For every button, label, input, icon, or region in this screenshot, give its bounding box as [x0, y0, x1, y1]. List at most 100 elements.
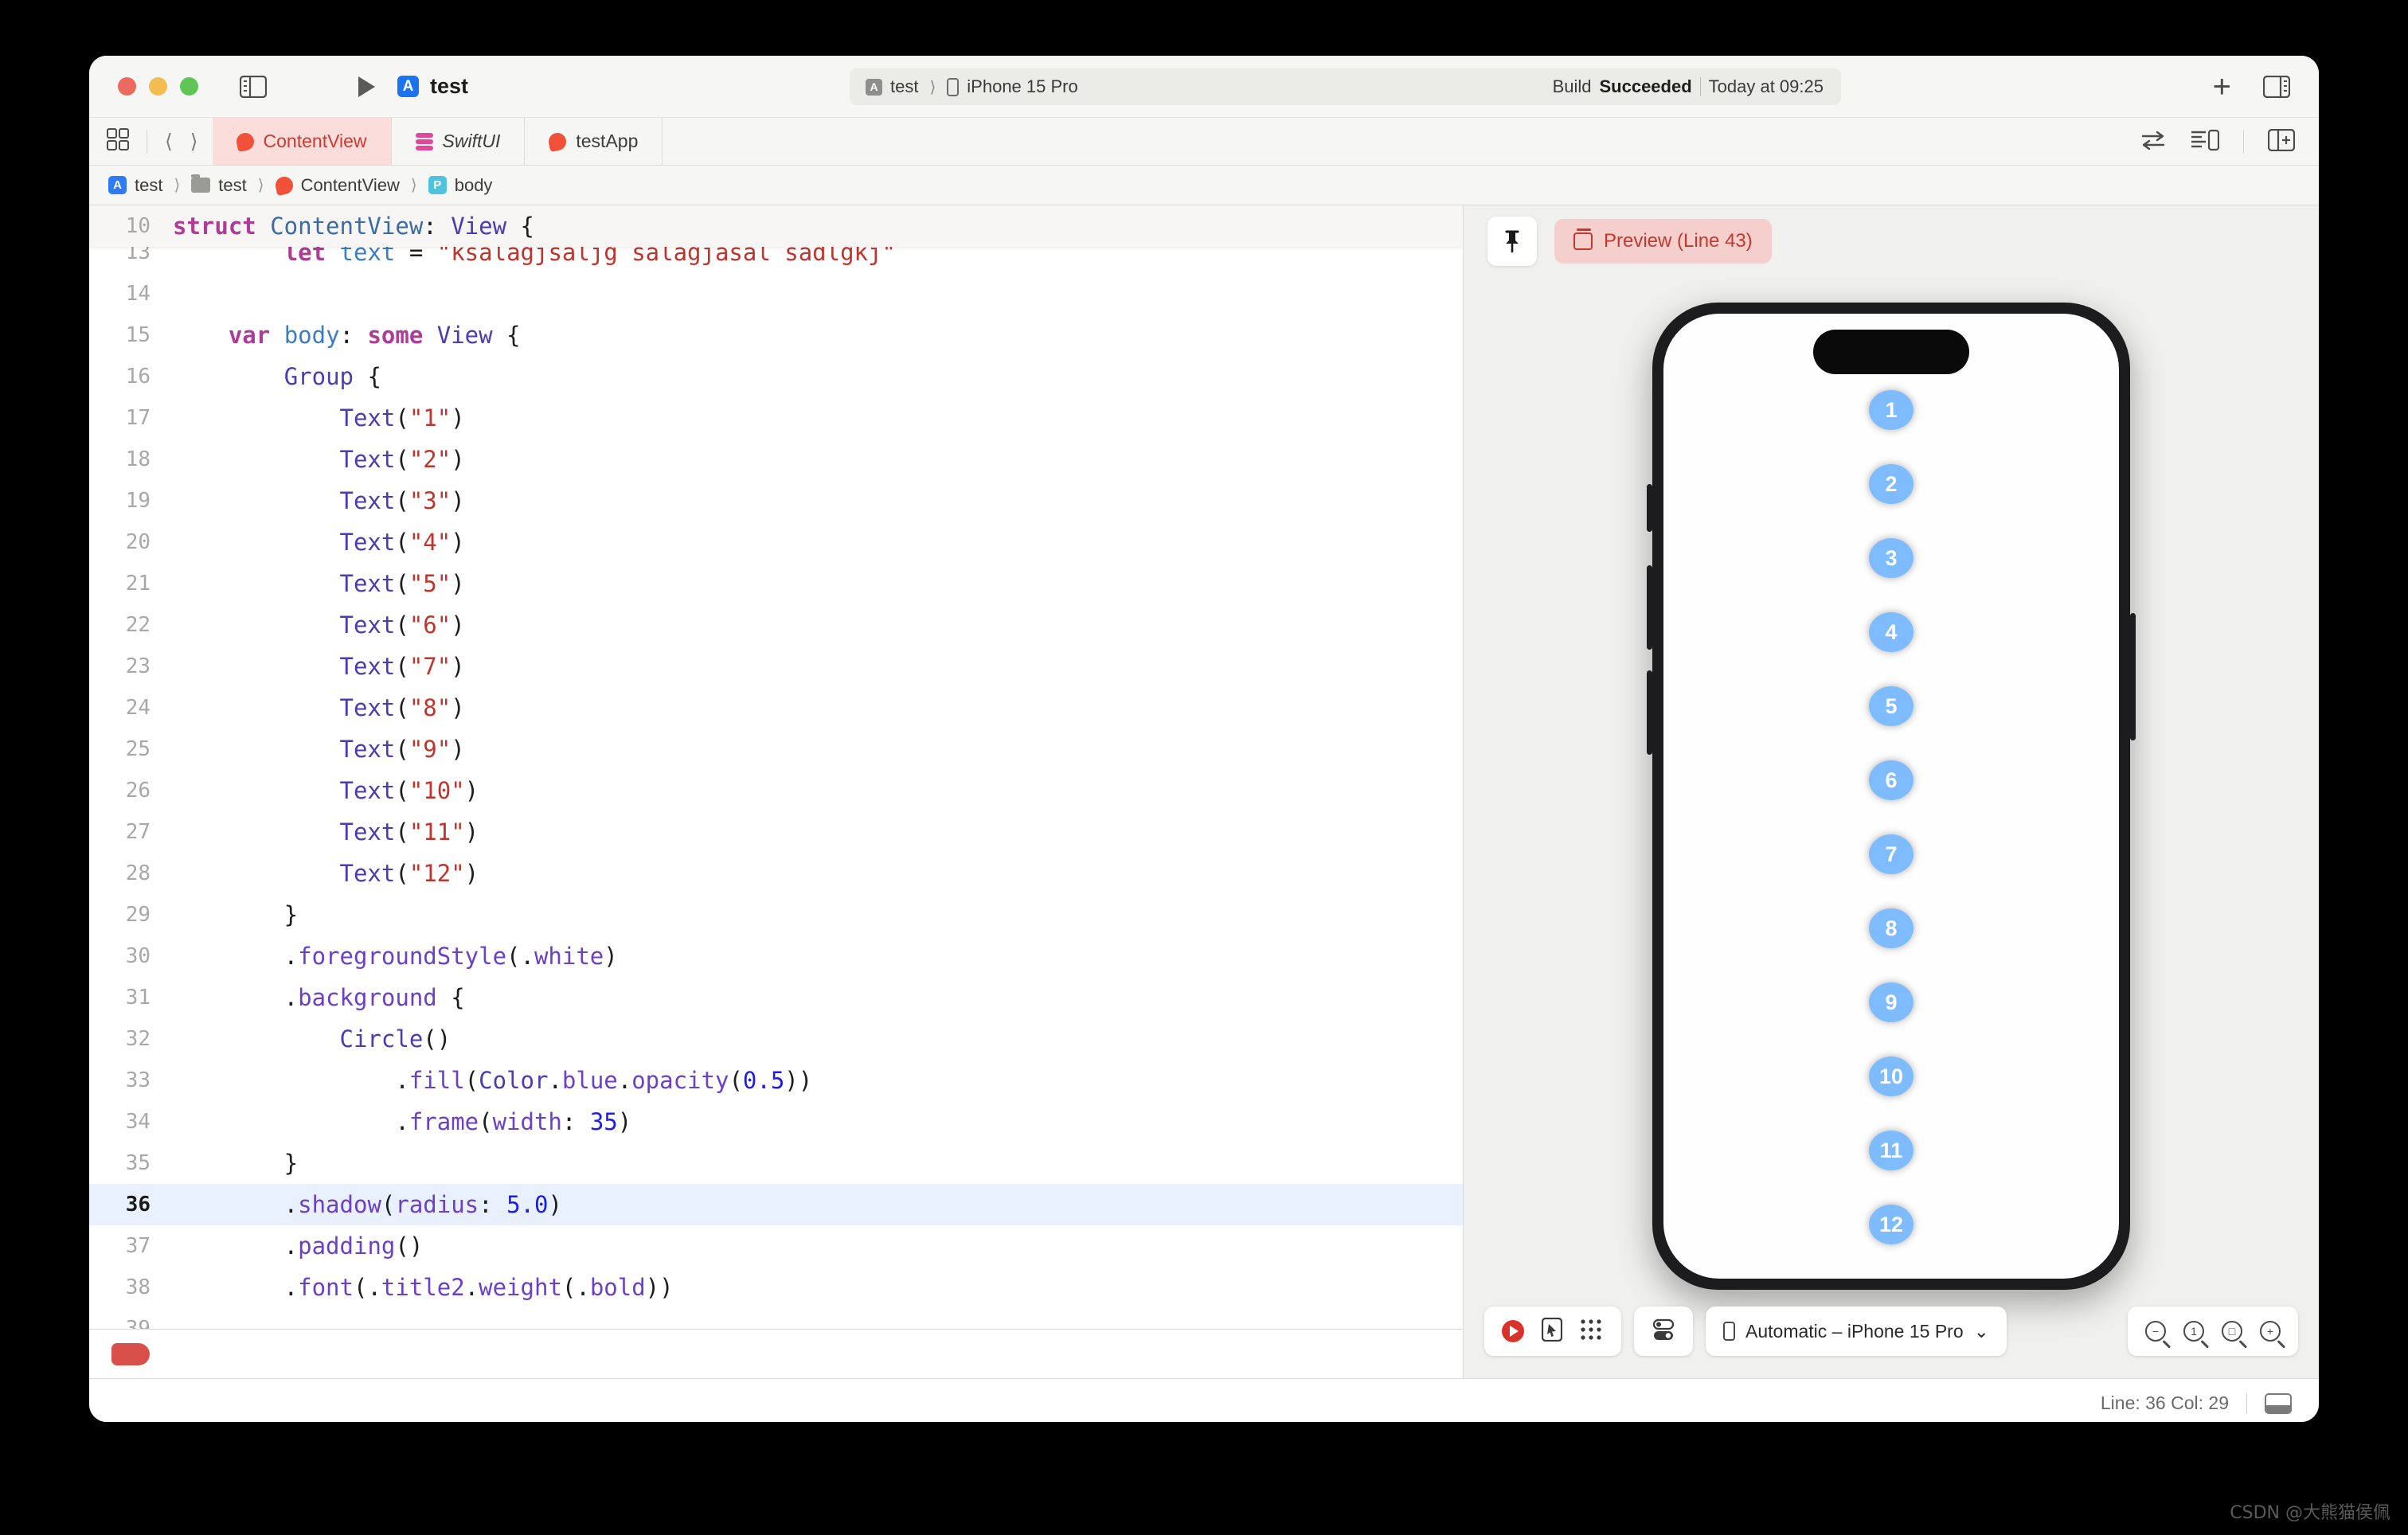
property-icon: P: [428, 176, 447, 194]
add-assistant-editor-icon[interactable]: [2267, 128, 2296, 155]
zoom-out-icon[interactable]: −: [2145, 1321, 2166, 1342]
line-number: 17: [125, 406, 150, 430]
breadcrumb-chevron-icon: ⟩: [257, 177, 264, 194]
code-line[interactable]: 15 var body: some View {: [89, 314, 1463, 356]
related-items-icon[interactable]: [2140, 130, 2167, 154]
code-line[interactable]: 20 Text("4"): [89, 521, 1463, 563]
navigate-forward-icon[interactable]: ⟩: [190, 130, 198, 154]
zoom-in-icon[interactable]: +: [2260, 1321, 2281, 1342]
breadcrumb-item-target[interactable]: test: [135, 175, 162, 196]
device-selector[interactable]: Automatic – iPhone 15 Pro ⌄: [1706, 1307, 2007, 1356]
code-line[interactable]: 23 Text("7"): [89, 646, 1463, 687]
breadcrumb-item-symbol[interactable]: body: [455, 175, 493, 196]
line-number: 26: [125, 779, 150, 803]
code-line[interactable]: 18 Text("2"): [89, 439, 1463, 480]
preview-circle-list: 1 2 3 4 5 6 7 8 9 10 11 12: [1663, 390, 2119, 1279]
device-screen[interactable]: 1 2 3 4 5 6 7 8 9 10 11 12: [1663, 314, 2119, 1279]
debug-panel-toggle-icon[interactable]: [2265, 1392, 2292, 1414]
code-line[interactable]: 14: [89, 273, 1463, 314]
line-code: Text("4"): [339, 529, 465, 556]
window-toolbar: A test A test ⟩ iPhone 15 Pro Build Succ…: [89, 56, 2319, 150]
swiftui-framework-icon: [415, 132, 433, 150]
zoom-actual-size-icon[interactable]: 1: [2183, 1321, 2204, 1342]
line-number: 35: [125, 1151, 150, 1175]
pin-icon: [1505, 230, 1519, 253]
code-line[interactable]: 29 }: [89, 894, 1463, 935]
line-number: 19: [125, 489, 150, 513]
line-code: Text("3"): [339, 487, 465, 514]
source-editor[interactable]: 13 let text = "ksalagjsaljg salagjasal s…: [89, 205, 1464, 1378]
code-lines[interactable]: 13 let text = "ksalagjsaljg salagjasal s…: [89, 232, 1463, 1378]
code-line[interactable]: 35 }: [89, 1142, 1463, 1184]
add-editor-button[interactable]: +: [2213, 71, 2231, 103]
code-line[interactable]: 38 .font(.title2.weight(.bold)): [89, 1267, 1463, 1308]
code-line[interactable]: 36 .shadow(radius: 5.0): [89, 1184, 1463, 1225]
close-button[interactable]: [118, 77, 136, 96]
pin-preview-button[interactable]: [1487, 217, 1537, 266]
minimize-button[interactable]: [149, 77, 167, 96]
volume-down-button: [1647, 670, 1652, 755]
build-result-label: Succeeded: [1599, 76, 1692, 96]
preview-mode-group: [1484, 1307, 1621, 1356]
line-code: Text("5"): [339, 570, 465, 597]
preview-canvas: Preview (Line 43) 1 2 3 4 5 6 7 8 9 10 11 12: [1464, 205, 2319, 1378]
scheme-destination[interactable]: A test ⟩ iPhone 15 Pro: [866, 76, 1078, 97]
line-code: .frame(width: 35): [173, 1108, 632, 1135]
line-code: .padding(): [173, 1232, 424, 1260]
line-code: Text("7"): [339, 653, 465, 680]
variants-grid-icon[interactable]: [1580, 1318, 1604, 1346]
watermark: CSDN @大熊猫侯佩: [2230, 1503, 2390, 1523]
code-line[interactable]: 17 Text("1"): [89, 397, 1463, 439]
code-line[interactable]: 27 Text("11"): [89, 811, 1463, 853]
device-phone-icon: [947, 77, 960, 96]
code-line[interactable]: 28 Text("12"): [89, 853, 1463, 894]
code-line[interactable]: 16 Group {: [89, 356, 1463, 397]
code-line[interactable]: 34 .frame(width: 35): [89, 1101, 1463, 1142]
minimap-toggle-icon[interactable]: [2191, 129, 2220, 155]
code-line[interactable]: 21 Text("5"): [89, 563, 1463, 604]
breadcrumb-item-file[interactable]: ContentView: [301, 175, 400, 196]
breadcrumb-item-folder[interactable]: test: [218, 175, 246, 196]
zoom-to-fit-icon[interactable]: □: [2222, 1321, 2242, 1342]
line-number: 25: [125, 737, 150, 761]
inspector-toggle-icon[interactable]: [2263, 75, 2290, 98]
code-line[interactable]: 30 .foregroundStyle(.white): [89, 935, 1463, 977]
issue-indicator[interactable]: [111, 1342, 150, 1365]
preview-circle: 11: [1869, 1131, 1914, 1170]
code-line[interactable]: 31 .background {: [89, 977, 1463, 1018]
select-pointer-icon[interactable]: [1541, 1317, 1563, 1346]
preview-status-chip[interactable]: Preview (Line 43): [1554, 219, 1772, 264]
tab-contentview[interactable]: ContentView: [212, 118, 392, 165]
chevron-down-icon: ⌄: [1973, 1320, 1989, 1342]
line-code: Text("6"): [339, 611, 465, 639]
code-line[interactable]: 37 .padding(): [89, 1225, 1463, 1267]
tab-testapp[interactable]: testApp: [525, 118, 663, 165]
play-preview-icon[interactable]: [1502, 1320, 1524, 1342]
device-settings-icon[interactable]: [1652, 1318, 1675, 1346]
code-line[interactable]: 24 Text("8"): [89, 687, 1463, 728]
screen-root: A test A test ⟩ iPhone 15 Pro Build Succ…: [0, 0, 2408, 1535]
editor-status-bar: Line: 36 Col: 29: [89, 1378, 2319, 1422]
grid-layout-icon[interactable]: [107, 128, 129, 154]
code-line[interactable]: 19 Text("3"): [89, 480, 1463, 521]
code-line[interactable]: 32 Circle(): [89, 1018, 1463, 1060]
activity-status-bar[interactable]: A test ⟩ iPhone 15 Pro Build Succeeded T…: [850, 68, 1841, 105]
zoom-button[interactable]: [180, 77, 198, 96]
navigate-back-icon[interactable]: ⟨: [165, 130, 173, 154]
preview-chip-label: Preview (Line 43): [1604, 230, 1753, 252]
preview-circle: 6: [1869, 760, 1914, 800]
scheme-selector[interactable]: test: [430, 74, 468, 99]
swift-file-icon: [547, 131, 569, 152]
tabbar-divider: [2243, 130, 2244, 154]
navigator-toggle-icon[interactable]: [240, 75, 267, 98]
run-button[interactable]: [358, 76, 375, 97]
line-code: Group {: [283, 363, 381, 390]
code-line[interactable]: 26 Text("10"): [89, 770, 1463, 811]
code-line[interactable]: 22 Text("6"): [89, 604, 1463, 646]
code-line[interactable]: 33 .fill(Color.blue.opacity(0.5)): [89, 1060, 1463, 1101]
line-number: 37: [125, 1234, 150, 1258]
line-number: 36: [125, 1193, 150, 1217]
code-line[interactable]: 25 Text("9"): [89, 728, 1463, 770]
swift-file-icon: [234, 131, 256, 152]
tab-swiftui[interactable]: SwiftUI: [392, 118, 526, 165]
